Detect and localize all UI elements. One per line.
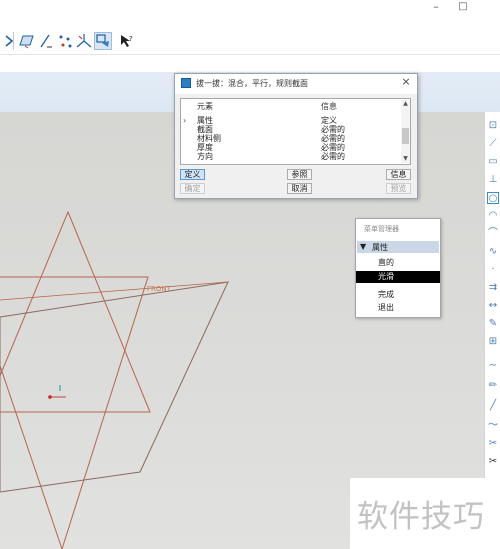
current-row-marker: › (183, 116, 187, 125)
svg-text:?: ? (129, 35, 133, 43)
close-icon[interactable]: × (399, 75, 413, 89)
scroll-thumb[interactable] (402, 128, 409, 144)
dialog-title-bar: 拔一拔：混合，平行，规则截面 × (175, 74, 417, 94)
menu-item-smooth[interactable]: 光滑 (356, 271, 440, 283)
menu-section-header[interactable]: ▼ 属性 (357, 241, 439, 253)
table-row-info: 定义 (321, 116, 337, 125)
table-row-element[interactable]: 材料侧 (197, 134, 221, 143)
dialog-app-icon (181, 78, 191, 88)
table-row-element[interactable]: 属性 (197, 116, 213, 125)
menu-item-straight[interactable]: 直的 (356, 257, 440, 269)
datum-toolbar: ? (0, 26, 500, 55)
datum-plane-front (0, 281, 229, 493)
maximize-button[interactable]: □ (451, 0, 475, 20)
collapse-arrow-icon: ▼ (360, 242, 367, 251)
divide-icon[interactable]: ✂ (487, 456, 499, 468)
sketch-triangle-up (0, 210, 151, 413)
menu-item-done[interactable]: 完成 (356, 289, 440, 301)
watermark-text: 软件技巧 (357, 499, 485, 535)
datum-display-icon[interactable] (94, 32, 112, 50)
arc-icon[interactable]: ◠ (487, 210, 499, 222)
axis-icon[interactable] (37, 32, 55, 50)
dialog-title: 拔一拔：混合，平行，规则截面 (196, 79, 308, 88)
scroll-down-icon[interactable]: ▼ (402, 155, 409, 163)
wave-icon[interactable]: ∼ (487, 360, 499, 372)
column-header-info: 信息 (321, 102, 337, 111)
datum-plane-label: FRONT (147, 285, 172, 293)
menu-item-quit[interactable]: 退出 (356, 302, 440, 314)
info-button[interactable]: 信息 (386, 169, 411, 180)
scroll-up-icon[interactable]: ▲ (402, 100, 409, 108)
table-row-info: 必需的 (321, 125, 345, 134)
diagonal-line-icon[interactable]: ╱ (487, 400, 499, 412)
table-row-element[interactable]: 截面 (197, 125, 213, 134)
trim-icon[interactable]: ✂ (487, 438, 499, 450)
point-sketch-icon[interactable]: · (487, 264, 499, 276)
csys-marker (48, 385, 66, 399)
modify-icon[interactable]: ✎ (487, 318, 499, 330)
minimize-button[interactable]: – (424, 0, 448, 20)
element-list[interactable]: 元素 信息 › 属性 定义 截面 必需的 材料侧 必需的 厚度 必需的 方向 必… (180, 98, 411, 165)
sketch-icon[interactable] (0, 32, 18, 50)
fillet-icon[interactable]: ⌒ (487, 228, 499, 240)
watermark-box: 软件技巧 (350, 478, 500, 549)
offset-icon[interactable]: ⇉ (487, 282, 499, 294)
constraint-icon[interactable]: ⊞ (487, 336, 499, 348)
pencil-icon[interactable]: ✏ (487, 380, 499, 392)
select-icon[interactable]: ⊡ (487, 120, 499, 132)
table-row-info: 必需的 (321, 134, 345, 143)
whats-this-icon[interactable]: ? (118, 32, 136, 50)
define-button[interactable]: 定义 (180, 169, 205, 180)
line-icon[interactable]: ⟋ (487, 138, 499, 150)
center-line-icon[interactable]: ⊥ (487, 174, 499, 186)
dimension-icon[interactable]: ↔ (487, 300, 499, 312)
ok-button[interactable]: 确定 (180, 183, 205, 194)
blend-feature-dialog: 拔一拔：混合，平行，规则截面 × 元素 信息 › 属性 定义 截面 必需的 材料… (174, 73, 418, 199)
menu-section-label: 属性 (372, 243, 388, 252)
column-header-element: 元素 (197, 102, 213, 111)
rectangle-icon[interactable]: ▭ (487, 156, 499, 168)
csys-icon[interactable] (75, 32, 93, 50)
toolbar-separator (13, 32, 14, 50)
menu-manager-title: 菜单管理器 (364, 225, 399, 233)
table-row-info: 必需的 (321, 143, 345, 152)
curve-icon[interactable]: 〜 (487, 420, 499, 432)
menu-manager: 菜单管理器 ▼ 属性 直的 光滑 完成 退出 (355, 218, 441, 318)
plane-icon[interactable] (18, 32, 36, 50)
table-row-element[interactable]: 方向 (197, 152, 213, 161)
table-row-info: 必需的 (321, 152, 345, 161)
refer-button[interactable]: 参照 (287, 169, 312, 180)
cancel-button[interactable]: 取消 (287, 183, 312, 194)
spline-icon[interactable]: ∿ (487, 246, 499, 258)
table-row-element[interactable]: 厚度 (197, 143, 213, 152)
circle-icon[interactable]: ○ (487, 192, 499, 204)
sketch-triangle-down (0, 276, 149, 549)
point-icon[interactable] (56, 32, 74, 50)
list-scrollbar[interactable]: ▲ ▼ (401, 100, 410, 163)
preview-button[interactable]: 预览 (386, 183, 411, 194)
window-title-bar: – □ (0, 0, 500, 22)
